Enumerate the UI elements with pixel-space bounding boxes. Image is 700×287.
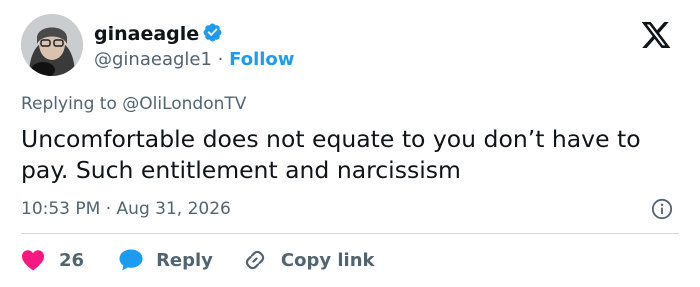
divider	[21, 233, 679, 234]
handle-row: @ginaeagle1 · Follow	[94, 48, 294, 72]
handle[interactable]: @ginaeagle1	[94, 49, 212, 70]
replying-to: Replying to @OliLondonTV	[21, 93, 246, 115]
timestamp-separator: ·	[105, 199, 112, 219]
reply-button[interactable]: Reply	[118, 248, 243, 272]
like-button[interactable]: 26	[21, 249, 118, 271]
x-logo-icon[interactable]	[639, 19, 673, 51]
copy-link-button[interactable]: Copy link	[243, 248, 375, 272]
reply-bubble-icon	[119, 249, 143, 271]
timestamp[interactable]: 10:53 PM · Aug 31, 2026	[21, 197, 231, 221]
replying-to-prefix: Replying to	[21, 94, 117, 114]
separator-dot: ·	[217, 49, 224, 70]
tweet-date: Aug 31, 2026	[116, 199, 231, 219]
display-name[interactable]: ginaeagle	[94, 22, 199, 46]
link-icon	[245, 250, 265, 270]
like-count: 26	[59, 249, 85, 271]
reply-mention-link[interactable]: @OliLondonTV	[122, 94, 246, 114]
action-bar: 26 Reply Copy link	[21, 245, 375, 275]
info-icon[interactable]	[651, 198, 673, 220]
tweet-time: 10:53 PM	[21, 199, 101, 219]
copy-link-label: Copy link	[280, 249, 375, 271]
verified-badge-icon	[203, 23, 222, 42]
reply-label: Reply	[156, 249, 213, 271]
follow-button[interactable]: Follow	[229, 49, 294, 70]
heart-icon	[22, 250, 44, 271]
avatar[interactable]	[21, 14, 83, 76]
avatar-photo	[21, 14, 83, 76]
tweet-text: Uncomfortable does not equate to you don…	[21, 125, 641, 184]
